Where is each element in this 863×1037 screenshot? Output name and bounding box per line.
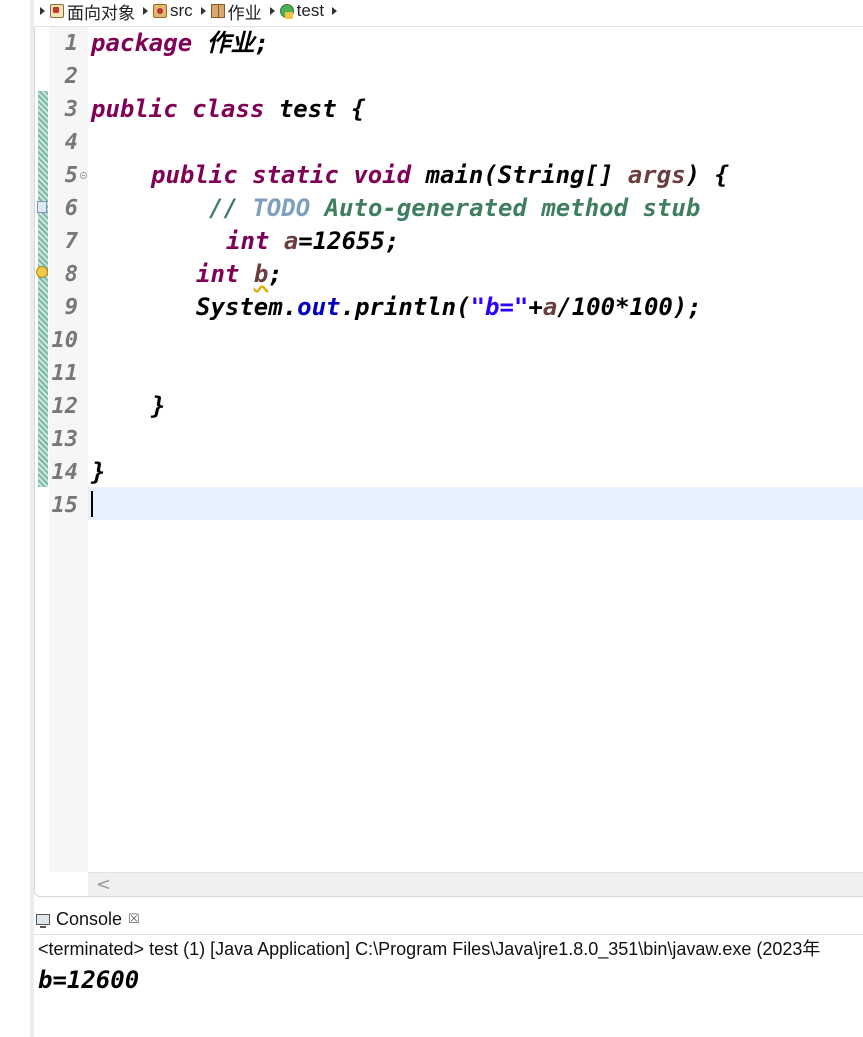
code-line-5: public static void main(String[] args) { (151, 159, 729, 192)
expression-rest: /100*100); (557, 293, 702, 321)
console-icon (36, 913, 50, 928)
fold-collapse-icon[interactable] (80, 172, 87, 179)
breadcrumb-label: src (170, 1, 193, 20)
quick-diff-change-bar (38, 91, 48, 487)
line-number: 8 (64, 262, 78, 287)
line-number: 3 (64, 97, 78, 122)
breadcrumb-arrow-icon[interactable] (200, 7, 206, 15)
method-close-brace: } (151, 392, 166, 420)
code-line-6: // TODO Auto-generated method stub (209, 192, 700, 225)
code-text-area[interactable]: package 作业; public class test { public s… (88, 27, 863, 872)
line-number: 2 (64, 64, 78, 89)
package-name: 作业; (192, 29, 270, 57)
source-folder-icon (153, 4, 167, 18)
line-number: 15 (51, 493, 79, 518)
comment-text: Auto-generated method stub (310, 194, 701, 222)
comment-prefix: // (209, 194, 253, 222)
project-icon (50, 4, 64, 18)
console-divider (34, 934, 863, 935)
plus-operator: + (528, 293, 543, 321)
line-number: 1 (64, 31, 78, 56)
keyword-static: static (252, 161, 339, 189)
keyword-public: public (151, 161, 238, 189)
breadcrumb-label: test (296, 1, 325, 20)
console-tab[interactable]: Console ☒ (36, 906, 140, 932)
scroll-left-icon[interactable]: < (96, 876, 111, 894)
console-tab-label: Console (56, 908, 123, 929)
keyword-package: package (91, 29, 193, 57)
keyword-public: public (91, 95, 178, 123)
console-output[interactable]: b=12600 (38, 964, 139, 996)
breadcrumb-label: 作业 (227, 3, 262, 23)
package-icon (210, 4, 225, 18)
breadcrumb-item-class[interactable]: test (279, 1, 325, 21)
breadcrumb-arrow-icon[interactable] (40, 7, 45, 15)
keyword-int: int (226, 227, 270, 255)
text-cursor (91, 491, 93, 517)
task-marker-icon[interactable] (37, 201, 47, 213)
breadcrumb-item-src[interactable]: src (153, 1, 193, 21)
todo-tag: TODO (252, 194, 311, 222)
code-editor[interactable]: 1 2 3 4 5 6 7 8 9 10 11 12 13 14 15 pack… (34, 26, 863, 897)
code-line-1: package 作业; (91, 27, 269, 60)
breadcrumb-item-project[interactable]: 面向对象 (50, 0, 135, 22)
assignment: =12655; (298, 227, 400, 255)
code-line-9: System.out.println("b="+a/100*100); (196, 291, 702, 324)
line-number: 12 (51, 394, 79, 419)
semicolon: ; (268, 260, 283, 288)
code-line-3: public class test { (91, 93, 366, 126)
breadcrumb-arrow-icon[interactable] (143, 7, 148, 15)
warning-marker-icon[interactable] (36, 266, 48, 278)
class-name: test { (264, 95, 366, 123)
breadcrumb-arrow-icon[interactable] (332, 7, 338, 15)
method-signature: main(String[] (411, 161, 628, 189)
variable-a: a (283, 227, 299, 255)
static-field-out: out (297, 293, 341, 321)
system-class: System. (196, 293, 298, 321)
breadcrumb: 面向对象 src 作业 test (34, 0, 863, 22)
horizontal-scrollbar[interactable]: < (88, 872, 863, 896)
keyword-int: int (196, 260, 240, 288)
line-number: 13 (51, 427, 79, 452)
code-line-14: } (91, 456, 105, 489)
println-call: .println( (340, 293, 471, 321)
console-status-line: <terminated> test (1) [Java Application]… (38, 939, 821, 959)
variable-b-unused: b (253, 260, 269, 288)
line-number: 4 (64, 130, 78, 155)
parameter-args: args (627, 161, 686, 189)
breadcrumb-label: 面向对象 (67, 3, 135, 23)
line-number: 9 (64, 295, 78, 320)
code-line-12: } (151, 390, 165, 423)
keyword-class: class (192, 95, 265, 123)
variable-a: a (542, 293, 558, 321)
code-line-7: int a=12655; (226, 225, 399, 258)
line-number: 14 (51, 460, 79, 485)
keyword-void: void (353, 161, 412, 189)
close-icon[interactable]: ☒ (128, 911, 140, 927)
class-icon (279, 4, 294, 19)
class-close-brace: } (91, 458, 106, 486)
line-number: 6 (64, 196, 78, 221)
current-line-highlight (88, 487, 863, 520)
string-literal: "b=" (470, 293, 529, 321)
line-number: 7 (64, 229, 78, 254)
code-line-8: int b; (196, 258, 283, 291)
line-number: 11 (51, 361, 79, 386)
breadcrumb-arrow-icon[interactable] (269, 7, 275, 15)
breadcrumb-item-package[interactable]: 作业 (210, 0, 262, 23)
method-open-brace: ) { (685, 161, 730, 189)
line-number: 10 (51, 328, 79, 353)
